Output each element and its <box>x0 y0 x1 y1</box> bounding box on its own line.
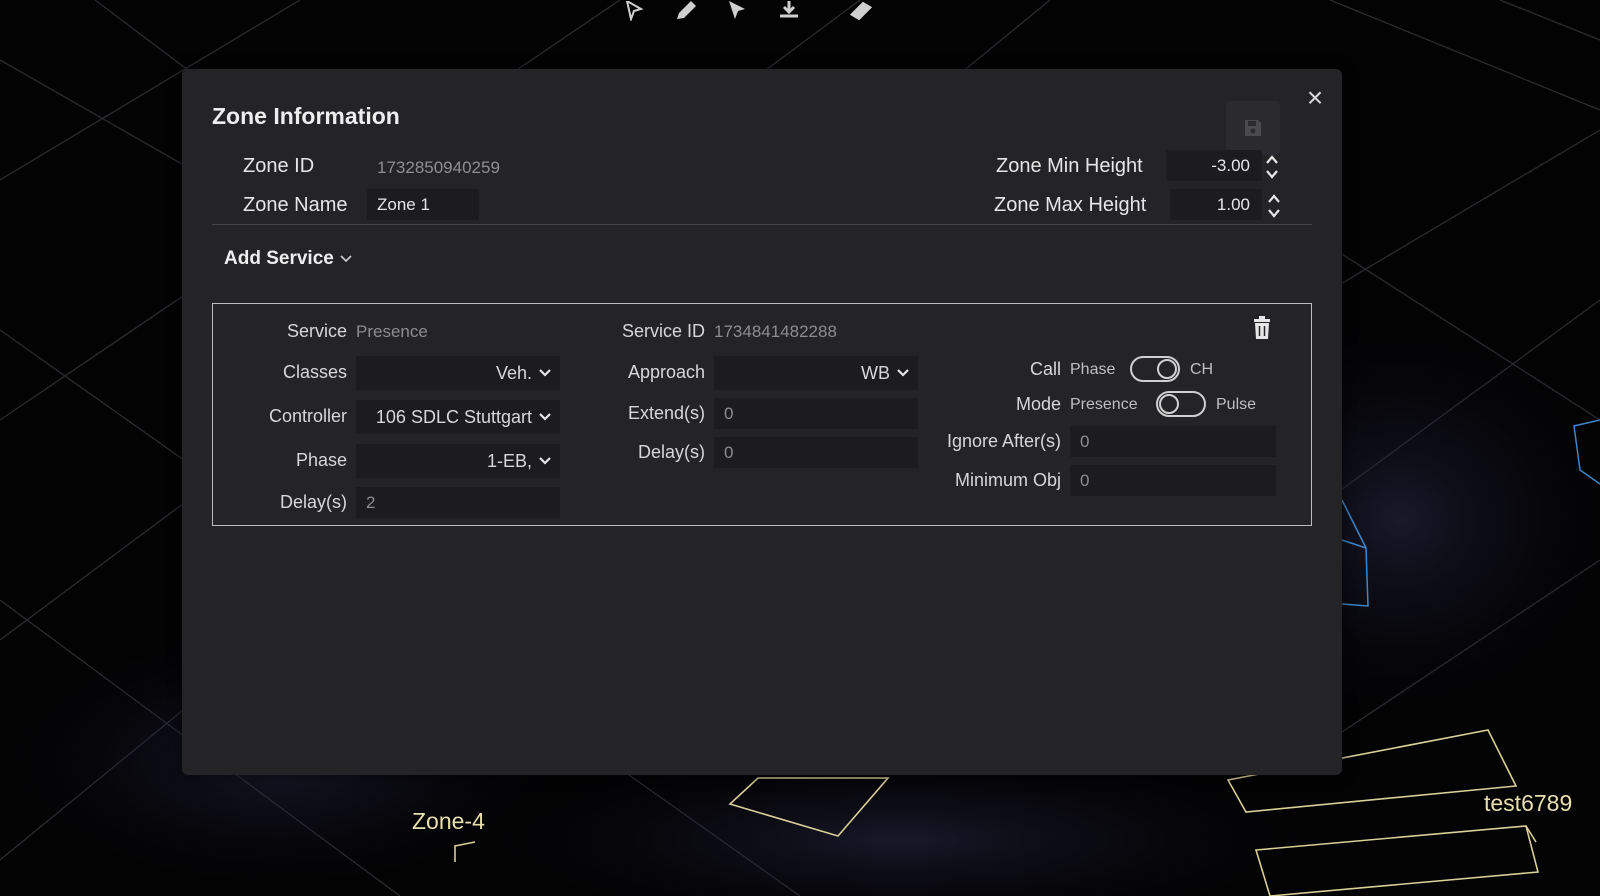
save-icon <box>1245 120 1261 136</box>
zone-information-modal: Zone Information × Zone ID 1732850940259… <box>182 69 1342 775</box>
zone-min-height-input[interactable]: -3.00 <box>1166 150 1262 181</box>
minimum-obj-input[interactable]: 0 <box>1070 465 1276 496</box>
ignore-after-input[interactable]: 0 <box>1070 426 1276 457</box>
classes-select[interactable]: Veh. <box>356 356 560 390</box>
zone-id-label: Zone ID <box>243 155 315 177</box>
add-service-dropdown[interactable]: Add Service <box>224 248 353 270</box>
delay2-input[interactable]: 0 <box>714 437 918 468</box>
close-button[interactable]: × <box>1302 84 1328 112</box>
delay-input[interactable]: 2 <box>356 487 560 518</box>
service-id-label: Service ID <box>621 321 705 341</box>
zone-id-value: 1732850940259 <box>377 158 500 177</box>
modal-title: Zone Information <box>212 103 400 129</box>
toggle-knob <box>1157 359 1177 379</box>
phase-value: 1-EB, <box>486 451 532 471</box>
delay2-label: Delay(s) <box>637 442 705 462</box>
pencil-icon[interactable] <box>672 0 698 22</box>
minimum-obj-label: Minimum Obj <box>954 470 1061 490</box>
mode-label: Mode <box>1015 394 1061 414</box>
cursor-icon[interactable] <box>620 0 646 22</box>
classes-label: Classes <box>282 362 347 382</box>
service-id-value: 1734841482288 <box>714 322 837 341</box>
test6789-label: test6789 <box>1484 790 1572 816</box>
toggle-knob <box>1159 394 1179 414</box>
approach-label: Approach <box>627 362 705 382</box>
phase-label: Phase <box>295 450 347 470</box>
controller-value: 106 SDLC Stuttgart <box>375 407 532 427</box>
extend-label: Extend(s) <box>627 403 705 423</box>
chevron-down-icon <box>539 369 551 377</box>
service-value: Presence <box>356 322 428 341</box>
add-service-label: Add Service <box>224 248 334 269</box>
ruler-icon[interactable] <box>848 0 874 22</box>
service-label: Service <box>286 321 347 341</box>
chevron-down-icon <box>539 413 551 421</box>
call-right-option: CH <box>1190 361 1214 378</box>
chevron-down-icon <box>897 369 909 377</box>
classes-value: Veh. <box>495 363 532 383</box>
mode-left-option: Presence <box>1070 396 1138 413</box>
top-toolbar <box>620 0 874 24</box>
mode-right-option: Pulse <box>1216 396 1257 413</box>
align-bottom-icon[interactable] <box>776 0 802 22</box>
extend-input[interactable]: 0 <box>714 398 918 429</box>
approach-value: WB <box>861 363 890 383</box>
max-height-stepper-icon[interactable] <box>1264 191 1284 221</box>
chevron-down-icon <box>539 457 551 465</box>
controller-label: Controller <box>268 406 347 426</box>
trash-icon[interactable] <box>1251 316 1273 340</box>
zone-4-label: Zone-4 <box>412 808 485 834</box>
service-card: Service Presence Classes Veh. Controller… <box>212 303 1312 526</box>
section-divider <box>212 224 1312 225</box>
zone-name-input[interactable]: Zone 1 <box>367 189 479 220</box>
save-button[interactable] <box>1226 101 1280 155</box>
zone-name-label: Zone Name <box>243 194 348 216</box>
controller-select[interactable]: 106 SDLC Stuttgart <box>356 400 560 434</box>
delay-label: Delay(s) <box>279 492 347 512</box>
zone-min-height-label: Zone Min Height <box>996 155 1143 177</box>
ignore-after-label: Ignore After(s) <box>946 431 1061 451</box>
phase-select[interactable]: 1-EB, <box>356 444 560 478</box>
call-left-option: Phase <box>1070 361 1116 378</box>
select-arrow-icon[interactable] <box>724 0 750 22</box>
chevron-down-icon <box>340 255 352 263</box>
zone-max-height-input[interactable]: 1.00 <box>1170 189 1262 220</box>
min-height-stepper-icon[interactable] <box>1262 152 1282 182</box>
call-label: Call <box>1029 359 1061 379</box>
approach-select[interactable]: WB <box>714 356 918 390</box>
call-toggle[interactable] <box>1130 356 1180 382</box>
zone-max-height-label: Zone Max Height <box>994 194 1147 216</box>
mode-toggle[interactable] <box>1156 391 1206 417</box>
